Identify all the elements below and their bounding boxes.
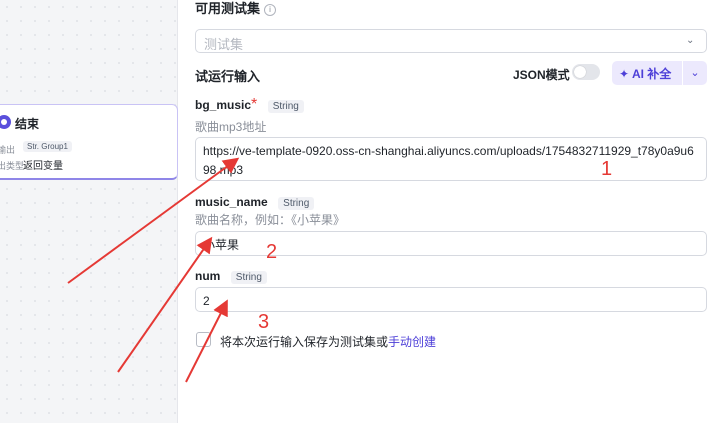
- bg-music-label: bg_music: [195, 98, 252, 112]
- ai-complete-dropdown[interactable]: ⌄: [683, 61, 707, 85]
- num-field-header: num String: [195, 267, 267, 285]
- end-node[interactable]: 结束 输出 Str. Group1 出类型 返回变量: [0, 104, 178, 180]
- num-input[interactable]: 2: [195, 287, 707, 312]
- annotation-label-1: 1: [601, 158, 613, 180]
- num-label: num: [195, 269, 221, 283]
- json-mode-toggle[interactable]: [572, 64, 600, 80]
- save-as-test-set-label: 将本次运行输入保存为测试集或: [220, 335, 389, 349]
- end-node-title: 结束: [15, 117, 40, 131]
- test-set-select[interactable]: 测试集 ⌄: [195, 29, 707, 53]
- ai-complete-button[interactable]: ✦ AI 补全: [612, 61, 682, 85]
- ai-complete-label: AI 补全: [631, 67, 672, 81]
- music-name-label: music_name: [195, 195, 268, 209]
- manual-create-link[interactable]: 手动创建: [388, 335, 436, 349]
- bg-music-type-tag: String: [267, 100, 304, 113]
- end-node-icon: [0, 115, 11, 129]
- json-mode-label: JSON模式: [513, 68, 570, 82]
- node-output-tag: Str. Group1: [23, 141, 72, 152]
- available-sets-title-text: 可用测试集: [195, 1, 261, 16]
- bg-music-input[interactable]: https://ve-template-0920.oss-cn-shanghai…: [195, 137, 707, 181]
- music-name-field-header: music_name String: [195, 193, 315, 211]
- music-name-type-tag: String: [278, 197, 315, 210]
- num-type-tag: String: [230, 271, 267, 284]
- annotation-label-3: 3: [258, 311, 270, 333]
- bg-music-description: 歌曲mp3地址: [195, 120, 267, 134]
- sparkle-icon: ✦: [619, 67, 630, 81]
- required-marker: *: [251, 96, 258, 113]
- node-output-value: 返回变量: [23, 161, 63, 172]
- chevron-down-icon: ⌄: [686, 35, 695, 46]
- node-output-type-label: 出类型: [0, 161, 25, 171]
- chevron-down-icon: ⌄: [690, 67, 700, 79]
- available-sets-title: 可用测试集 i: [195, 0, 277, 17]
- workflow-canvas[interactable]: 结束 输出 Str. Group1 出类型 返回变量: [0, 0, 178, 423]
- node-output-label: 输出: [0, 145, 16, 155]
- save-as-test-set-checkbox[interactable]: [196, 332, 211, 347]
- save-as-test-set-text: 将本次运行输入保存为测试集或手动创建: [220, 333, 436, 350]
- music-name-description: 歌曲名称，例如：《小苹果》: [195, 213, 346, 227]
- bg-music-field-header: bg_music* String: [195, 96, 304, 114]
- test-run-panel: 可用测试集 i 测试集 ⌄ 试运行输入 JSON模式 ✦ AI 补全 ⌄ bg_m…: [179, 0, 725, 423]
- info-icon[interactable]: i: [264, 4, 277, 16]
- trial-input-title: 试运行输入: [195, 69, 261, 84]
- annotation-label-2: 2: [266, 241, 278, 263]
- test-set-select-placeholder: 测试集: [204, 37, 244, 52]
